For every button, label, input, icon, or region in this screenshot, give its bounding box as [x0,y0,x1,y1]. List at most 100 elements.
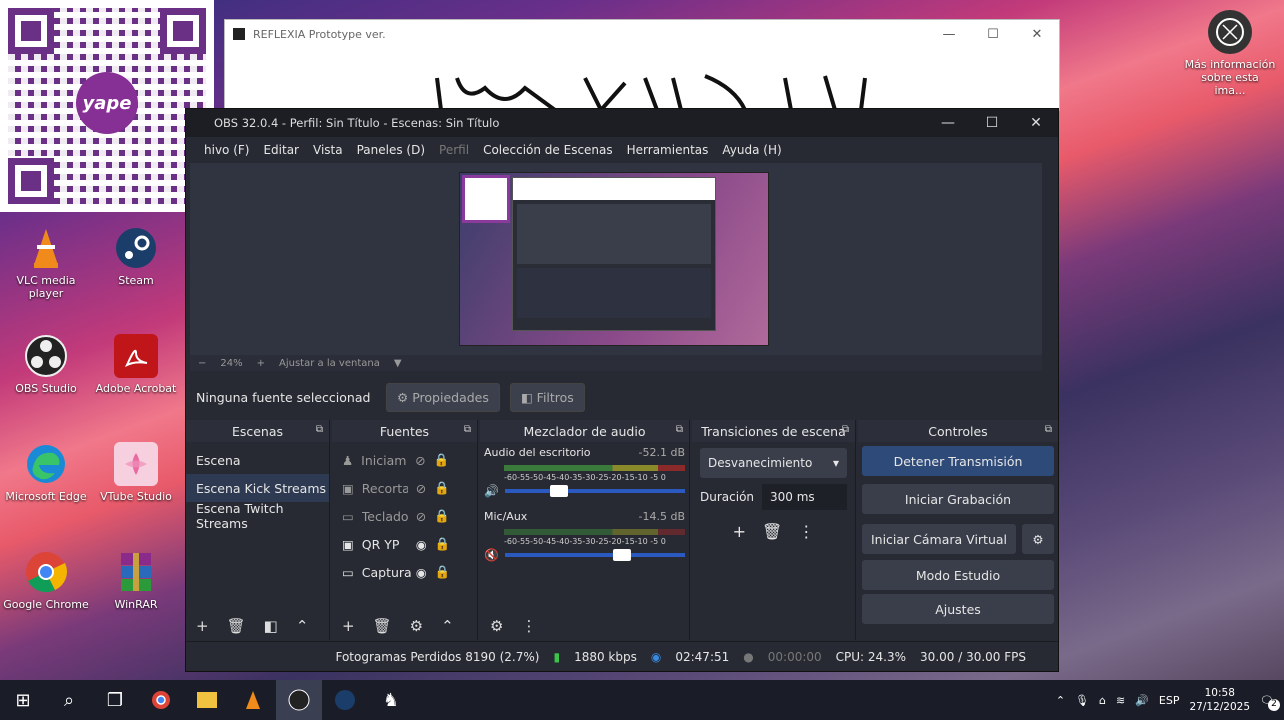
language-indicator[interactable]: ESP [1159,694,1180,707]
source-item[interactable]: ▭ Teclado ⊘ 🔒 [332,502,477,530]
popout-icon[interactable]: ⧉ [1045,424,1052,435]
popout-icon[interactable]: ⧉ [842,424,849,435]
desktop-icon-winrar[interactable]: WinRAR [90,550,182,611]
virtual-camera-button[interactable]: Iniciar Cámara Virtual [862,524,1016,554]
popout-icon[interactable]: ⧉ [676,424,683,435]
zoom-out-button[interactable]: − [198,358,206,369]
desktop-icon-acrobat[interactable]: Adobe Acrobat [90,334,182,395]
chevron-up-icon[interactable]: ⌃ [1056,694,1065,707]
muted-speaker-icon[interactable]: 🔇 [484,548,499,562]
folder-icon[interactable] [184,680,230,720]
desktop-icon-steam[interactable]: Steam [90,226,182,287]
volume-slider[interactable] [504,485,685,497]
eye-icon[interactable]: ◉ [416,565,427,580]
scene-item-selected[interactable]: Escena Kick Streams [186,474,329,502]
move-up-icon[interactable]: ⌃ [441,617,454,635]
zoom-in-button[interactable]: + [257,358,265,369]
remove-source-icon[interactable]: 🗑 [373,617,392,635]
network-icon[interactable]: ⌂ [1099,694,1106,707]
obs-icon[interactable] [276,680,322,720]
volume-handle[interactable] [612,549,631,561]
menu-scene-collection[interactable]: Colección de Escenas [483,143,613,157]
lock-icon[interactable]: 🔒 [434,480,450,496]
source-settings-icon[interactable]: ⚙ [410,617,423,635]
vlc-icon[interactable] [230,680,276,720]
menu-help[interactable]: Ayuda (H) [722,143,781,157]
desktop-info-icon[interactable]: Más información sobre esta ima... [1184,10,1276,97]
search-icon[interactable]: ⌕ [46,680,92,720]
more-menu-icon[interactable]: ⋮ [521,617,536,635]
stop-streaming-button[interactable]: Detener Transmisión [862,446,1054,476]
scene-filters-icon[interactable]: ◧ [264,617,278,635]
mixer-settings-icon[interactable]: ⚙ [490,617,503,635]
obs-window[interactable]: OBS 32.0.4 - Perfil: Sin Título - Escena… [185,108,1059,672]
desktop-icon-vtube[interactable]: VTube Studio [90,442,182,503]
microphone-icon[interactable]: 🎙 [1075,694,1089,707]
desktop-icon-edge[interactable]: Microsoft Edge [0,442,92,503]
maximize-button[interactable]: ☐ [970,109,1014,137]
steam-icon[interactable] [322,680,368,720]
lock-icon[interactable]: 🔒 [434,508,450,524]
desktop-icon-vlc[interactable]: VLC media player [0,226,92,300]
wifi-icon[interactable]: ≋ [1116,694,1125,707]
menu-profile[interactable]: Perfil [439,143,469,157]
source-item[interactable]: ▭ Captura ◉ 🔒 [332,558,477,586]
speaker-icon[interactable]: 🔊 [484,484,499,498]
settings-button[interactable]: Ajustes [862,594,1054,624]
minimize-button[interactable]: — [927,20,971,48]
menu-docks[interactable]: Paneles (D) [357,143,425,157]
duration-input[interactable]: 300 ms [762,484,847,510]
task-view-icon[interactable]: ❐ [92,680,138,720]
controls-dock: Controles ⧉ Detener Transmisión Iniciar G… [858,420,1058,640]
add-transition-icon[interactable]: + [733,522,746,541]
move-up-icon[interactable]: ⌃ [296,617,309,635]
chrome-icon[interactable] [138,680,184,720]
desktop-icon-obs[interactable]: OBS Studio [0,334,92,395]
filters-button[interactable]: ◧ Filtros [509,382,585,412]
lock-icon[interactable]: 🔒 [435,536,451,552]
more-menu-icon[interactable]: ⋮ [798,522,814,541]
volume-slider[interactable] [504,549,685,561]
source-item[interactable]: ♟ Iniciamo ⊘ 🔒 [332,446,477,474]
studio-mode-button[interactable]: Modo Estudio [862,560,1054,590]
reflexia-icon[interactable]: ♞ [368,680,414,720]
start-recording-button[interactable]: Iniciar Grabación [862,484,1054,514]
desktop-icon-chrome[interactable]: Google Chrome [0,550,92,611]
add-source-icon[interactable]: + [342,617,355,635]
eye-hidden-icon[interactable]: ⊘ [415,453,425,468]
remove-transition-icon[interactable]: 🗑 [762,522,782,541]
lock-icon[interactable]: 🔒 [435,564,451,580]
scene-item[interactable]: Escena [186,446,329,474]
popout-icon[interactable]: ⧉ [316,424,323,435]
eye-hidden-icon[interactable]: ⊘ [416,509,426,524]
reflexia-window[interactable]: REFLEXIA Prototype ver. — ☐ ✕ [224,19,1060,111]
popout-icon[interactable]: ⧉ [464,424,471,435]
menu-tools[interactable]: Herramientas [627,143,709,157]
clock[interactable]: 10:58 27/12/2025 [1190,686,1251,714]
close-button[interactable]: ✕ [1014,109,1058,137]
properties-button[interactable]: ⚙ Propiedades [386,382,500,412]
eye-icon[interactable]: ◉ [416,537,427,552]
lock-icon[interactable]: 🔒 [434,452,450,468]
preview-area[interactable] [190,163,1042,367]
windows-start-icon[interactable]: ⊞ [0,680,46,720]
remove-scene-icon[interactable]: 🗑 [227,617,246,635]
gear-icon[interactable]: ⚙ [1022,524,1054,554]
eye-hidden-icon[interactable]: ⊘ [416,481,426,496]
fit-window-button[interactable]: Ajustar a la ventana [279,358,380,369]
menu-file[interactable]: hivo (F) [204,143,249,157]
chevron-down-icon[interactable]: ▼ [394,358,402,369]
close-button[interactable]: ✕ [1015,20,1059,48]
add-scene-icon[interactable]: + [196,617,209,635]
source-item[interactable]: ▣ QR YP ◉ 🔒 [332,530,477,558]
menu-view[interactable]: Vista [313,143,343,157]
notification-icon[interactable]: 🗨 2 [1260,694,1280,711]
source-item[interactable]: ▣ Recorta ⊘ 🔒 [332,474,477,502]
maximize-button[interactable]: ☐ [971,20,1015,48]
volume-icon[interactable]: 🔊 [1135,694,1149,707]
scene-item[interactable]: Escena Twitch Streams [186,501,329,531]
menu-edit[interactable]: Editar [263,143,299,157]
volume-handle[interactable] [549,485,568,497]
transition-select[interactable]: Desvanecimiento ▾ [700,448,847,478]
minimize-button[interactable]: — [926,109,970,137]
